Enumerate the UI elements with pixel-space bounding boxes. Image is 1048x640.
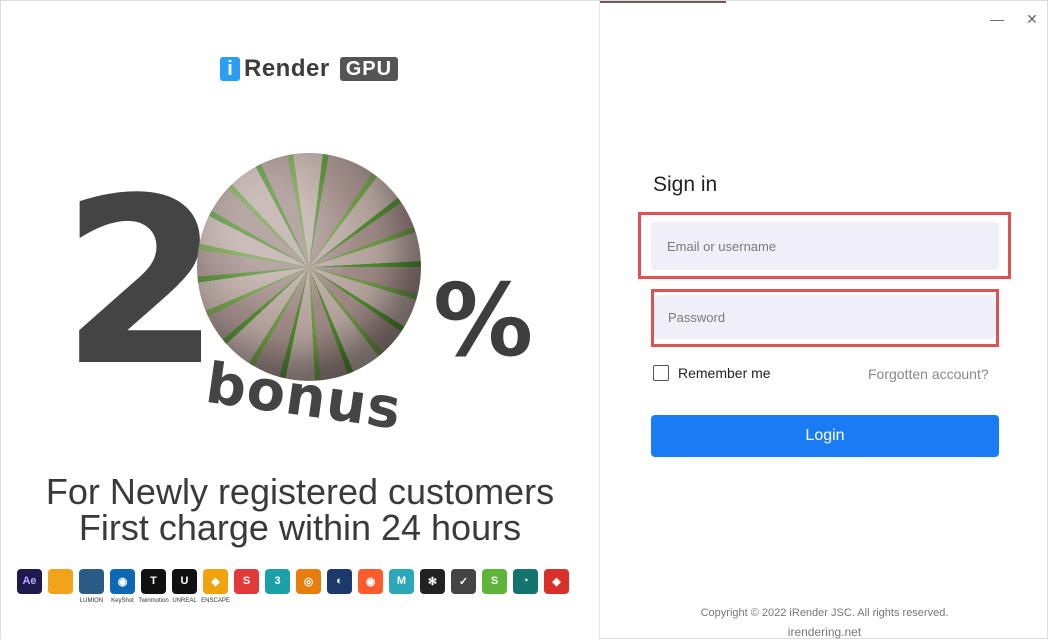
login-window: i Render GPU 2 % bonus For Newly registe… [0,0,1048,640]
lumion-icon: LUMION [79,568,104,604]
sketchup-icon: S [234,568,259,594]
email-field[interactable] [651,222,999,270]
maya-icon: M [389,568,414,594]
login-button[interactable]: Login [651,415,999,457]
twinmotion-icon: T Twinmotion [138,568,169,604]
promo-bonus-word: bonus [201,351,406,443]
blender-icon: ◎ [296,568,321,594]
copyright-text: Copyright © 2022 iRender JSC. All rights… [700,607,949,619]
keyshot-caption: KeyShot [111,597,134,604]
octane-icon: ✻ [420,568,445,594]
twinmotion-caption: Twinmotion [138,597,169,604]
logo-wordmark: Render [244,55,330,82]
after-effects-icon-glyph: Ae [22,575,37,587]
password-field[interactable] [654,295,995,339]
panel-divider [599,1,600,640]
houdini-icon: ◉ [358,568,383,594]
enscape-icon: ◆ ENSCAPE [201,568,230,604]
vray-icon-glyph: ✓ [458,575,469,588]
sketchup-icon-glyph: S [242,575,251,587]
octane-icon-glyph: ✻ [427,575,438,588]
irender-gpu-logo: i Render GPU [220,55,399,82]
after-effects-icon: Ae [17,568,42,594]
vray-icon: ✓ [451,568,476,594]
forgotten-account-link[interactable]: Forgotten account? [868,366,989,382]
website-link[interactable]: irendering.net [600,625,1048,639]
promo-tagline-2: First charge within 24 hours [78,507,522,548]
corona-icon: ◔ [513,568,538,594]
logo-gpu-badge: GPU [339,57,399,81]
close-icon[interactable]: ✕ [1023,10,1041,28]
lumion-bird-icon [48,568,73,594]
corona-icon-glyph: ◔ [522,575,529,587]
promo-panel: i Render GPU 2 % bonus For Newly registe… [1,1,599,640]
remember-me-checkbox[interactable] [653,365,669,381]
redshift-icon: ◆ [544,568,569,594]
substance-icon: S [482,568,507,594]
logo-i-mark: i [220,57,240,81]
promo-number-two: 2 [61,150,221,417]
unreal-engine-caption: UNREAL [172,597,197,604]
mossy-rock-sphere-image [197,153,421,381]
keyshot-icon-glyph: ◉ [117,575,128,588]
promo-percent-sign: % [433,262,534,379]
minimize-icon[interactable]: — [988,10,1006,28]
remember-me-option[interactable]: Remember me [653,365,771,381]
houdini-icon-glyph: ◉ [365,575,376,588]
3ds-max-icon-glyph: 3 [274,575,281,587]
redshift-icon-glyph: ◆ [552,575,561,588]
keyshot-icon: ◉ KeyShot [110,568,135,604]
maya-icon-glyph: M [396,575,407,587]
lumion-caption: LUMION [79,597,104,604]
cinema-4d-icon-glyph: ◐ [336,575,343,587]
twinmotion-icon-glyph: T [150,575,157,587]
supported-software-logos: Ae LUMION ◉ KeyShot T Twinmotion U UNREAL ◆ ENSCA… [17,564,587,604]
cinema-4d-icon: ◐ [327,568,352,594]
enscape-caption: ENSCAPE [201,597,230,604]
enscape-icon-glyph: ◆ [211,575,220,588]
unreal-engine-icon: U UNREAL [172,568,197,604]
blender-icon-glyph: ◎ [303,575,314,588]
substance-icon-glyph: S [490,575,499,587]
unreal-engine-icon-glyph: U [180,575,189,587]
3ds-max-icon: 3 [265,568,290,594]
sign-in-title: Sign in [653,173,718,196]
remember-me-label: Remember me [678,365,771,381]
